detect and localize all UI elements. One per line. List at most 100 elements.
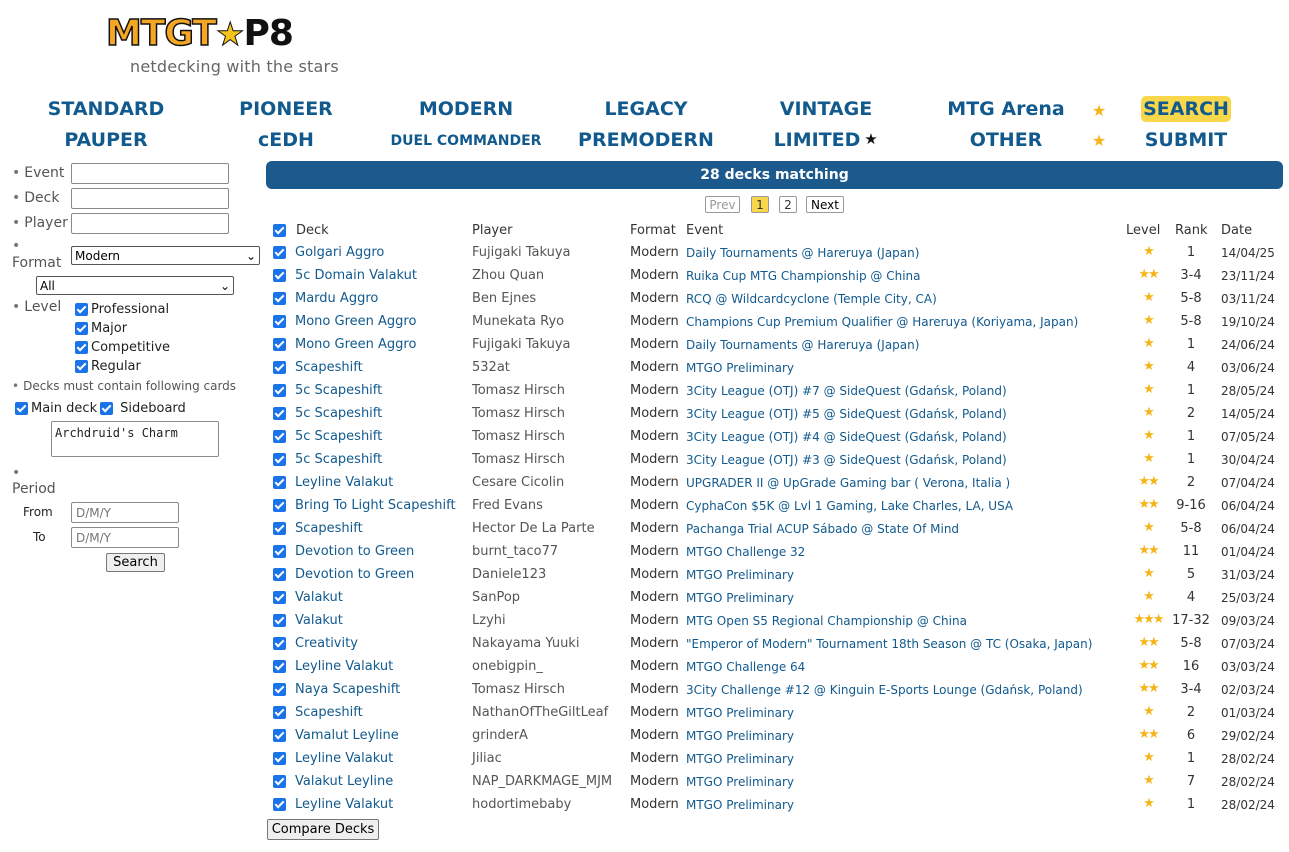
event-link[interactable]: Ruika Cup MTG Championship @ China: [686, 269, 921, 283]
row-checkbox[interactable]: [273, 315, 286, 328]
event-link[interactable]: 3City Challenge #12 @ Kinguin E-Sports L…: [686, 683, 1083, 697]
next-page-button[interactable]: Next: [806, 196, 844, 213]
deck-link[interactable]: 5c Scapeshift: [295, 383, 382, 398]
row-checkbox[interactable]: [273, 338, 286, 351]
deck-link[interactable]: Devotion to Green: [295, 567, 414, 582]
deck-link[interactable]: Valakut: [295, 613, 343, 628]
event-link[interactable]: MTGO Challenge 64: [686, 660, 805, 674]
event-link[interactable]: 3City League (OTJ) #5 @ SideQuest (Gdańs…: [686, 407, 1007, 421]
checkbox-checked[interactable]: [75, 322, 88, 335]
row-checkbox[interactable]: [273, 775, 286, 788]
deck-link[interactable]: Golgari Aggro: [295, 245, 384, 260]
event-input[interactable]: [71, 163, 229, 184]
deck-link[interactable]: 5c Domain Valakut: [295, 268, 417, 283]
checkbox-checked[interactable]: [75, 303, 88, 316]
deck-link[interactable]: Mono Green Aggro: [295, 337, 416, 352]
row-checkbox[interactable]: [273, 453, 286, 466]
deck-link[interactable]: Mardu Aggro: [295, 291, 378, 306]
deck-link[interactable]: Mono Green Aggro: [295, 314, 416, 329]
main-deck-option[interactable]: Main deck: [15, 401, 97, 416]
event-link[interactable]: 3City League (OTJ) #3 @ SideQuest (Gdańs…: [686, 453, 1007, 467]
deck-link[interactable]: 5c Scapeshift: [295, 406, 382, 421]
checkbox-checked[interactable]: [100, 402, 113, 415]
row-checkbox[interactable]: [273, 729, 286, 742]
event-link[interactable]: "Emperor of Modern" Tournament 18th Seas…: [686, 637, 1092, 651]
event-link[interactable]: MTGO Challenge 32: [686, 545, 805, 559]
deck-link[interactable]: Devotion to Green: [295, 544, 414, 559]
nav-legacy[interactable]: LEGACY: [604, 98, 687, 120]
nav-pioneer[interactable]: PIONEER: [239, 98, 333, 120]
nav-duel-commander[interactable]: DUEL COMMANDER: [391, 133, 542, 149]
level-regular[interactable]: Regular: [75, 359, 141, 374]
event-link[interactable]: Pachanga Trial ACUP Sábado @ State Of Mi…: [686, 522, 959, 536]
deck-link[interactable]: 5c Scapeshift: [295, 429, 382, 444]
event-link[interactable]: MTGO Preliminary: [686, 775, 794, 789]
checkbox-checked[interactable]: [75, 341, 88, 354]
row-checkbox[interactable]: [273, 522, 286, 535]
event-link[interactable]: MTGO Preliminary: [686, 752, 794, 766]
nav-search[interactable]: SEARCH: [1143, 98, 1229, 120]
nav-mtg-arena[interactable]: MTG Arena: [947, 98, 1064, 120]
nav-limited[interactable]: LIMITED: [774, 129, 861, 151]
date-from-input[interactable]: [71, 502, 179, 523]
row-checkbox[interactable]: [273, 706, 286, 719]
event-link[interactable]: MTGO Preliminary: [686, 361, 794, 375]
search-button[interactable]: Search: [106, 553, 165, 572]
nav-standard[interactable]: STANDARD: [48, 98, 165, 120]
row-checkbox[interactable]: [273, 545, 286, 558]
player-input[interactable]: [71, 213, 229, 234]
deck-link[interactable]: Scapeshift: [295, 705, 363, 720]
row-checkbox[interactable]: [273, 660, 286, 673]
row-checkbox[interactable]: [273, 384, 286, 397]
deck-link[interactable]: Leyline Valakut: [295, 475, 393, 490]
deck-link[interactable]: Valakut Leyline: [295, 774, 393, 789]
row-checkbox[interactable]: [273, 637, 286, 650]
event-link[interactable]: Champions Cup Premium Qualifier @ Hareru…: [686, 315, 1078, 329]
deck-input[interactable]: [71, 188, 229, 209]
event-link[interactable]: 3City League (OTJ) #4 @ SideQuest (Gdańs…: [686, 430, 1007, 444]
event-link[interactable]: MTG Open S5 Regional Championship @ Chin…: [686, 614, 967, 628]
event-link[interactable]: 3City League (OTJ) #7 @ SideQuest (Gdańs…: [686, 384, 1007, 398]
row-checkbox[interactable]: [273, 683, 286, 696]
event-link[interactable]: MTGO Preliminary: [686, 798, 794, 812]
level-major[interactable]: Major: [75, 321, 127, 336]
deck-link[interactable]: Bring To Light Scapeshift: [295, 498, 456, 513]
event-link[interactable]: MTGO Preliminary: [686, 568, 794, 582]
row-checkbox[interactable]: [273, 591, 286, 604]
nav-premodern[interactable]: PREMODERN: [578, 129, 714, 151]
row-checkbox[interactable]: [273, 361, 286, 374]
deck-link[interactable]: Creativity: [295, 636, 358, 651]
row-checkbox[interactable]: [273, 407, 286, 420]
prev-page-button[interactable]: Prev: [705, 196, 740, 213]
event-link[interactable]: CyphaCon $5K @ Lvl 1 Gaming, Lake Charle…: [686, 499, 1013, 513]
select-all-checkbox[interactable]: [273, 224, 286, 237]
deck-link[interactable]: Scapeshift: [295, 521, 363, 536]
event-link[interactable]: MTGO Preliminary: [686, 706, 794, 720]
nav-cedh[interactable]: cEDH: [258, 129, 314, 151]
checkbox-checked[interactable]: [75, 360, 88, 373]
checkbox-checked[interactable]: [15, 402, 28, 415]
subformat-select[interactable]: All ⌄: [36, 276, 234, 295]
deck-link[interactable]: Vamalut Leyline: [295, 728, 399, 743]
site-logo[interactable]: MTGT★P8 netdecking with the stars: [105, 13, 366, 84]
row-checkbox[interactable]: [273, 476, 286, 489]
event-link[interactable]: UPGRADER II @ UpGrade Gaming bar ( Veron…: [686, 476, 1010, 490]
event-link[interactable]: RCQ @ Wildcardcyclone (Temple City, CA): [686, 292, 937, 306]
sideboard-option[interactable]: Sideboard: [100, 401, 186, 416]
page-1-button[interactable]: 1: [751, 196, 769, 213]
event-link[interactable]: Daily Tournaments @ Hareruya (Japan): [686, 246, 919, 260]
row-checkbox[interactable]: [273, 798, 286, 811]
deck-link[interactable]: Leyline Valakut: [295, 751, 393, 766]
deck-link[interactable]: Leyline Valakut: [295, 797, 393, 812]
page-2-button[interactable]: 2: [779, 196, 797, 213]
nav-modern[interactable]: MODERN: [419, 98, 513, 120]
nav-vintage[interactable]: VINTAGE: [780, 98, 872, 120]
event-link[interactable]: MTGO Preliminary: [686, 591, 794, 605]
row-checkbox[interactable]: [273, 614, 286, 627]
row-checkbox[interactable]: [273, 246, 286, 259]
deck-link[interactable]: Naya Scapeshift: [295, 682, 400, 697]
row-checkbox[interactable]: [273, 752, 286, 765]
date-to-input[interactable]: [71, 527, 179, 548]
row-checkbox[interactable]: [273, 499, 286, 512]
nav-submit[interactable]: SUBMIT: [1145, 129, 1228, 151]
